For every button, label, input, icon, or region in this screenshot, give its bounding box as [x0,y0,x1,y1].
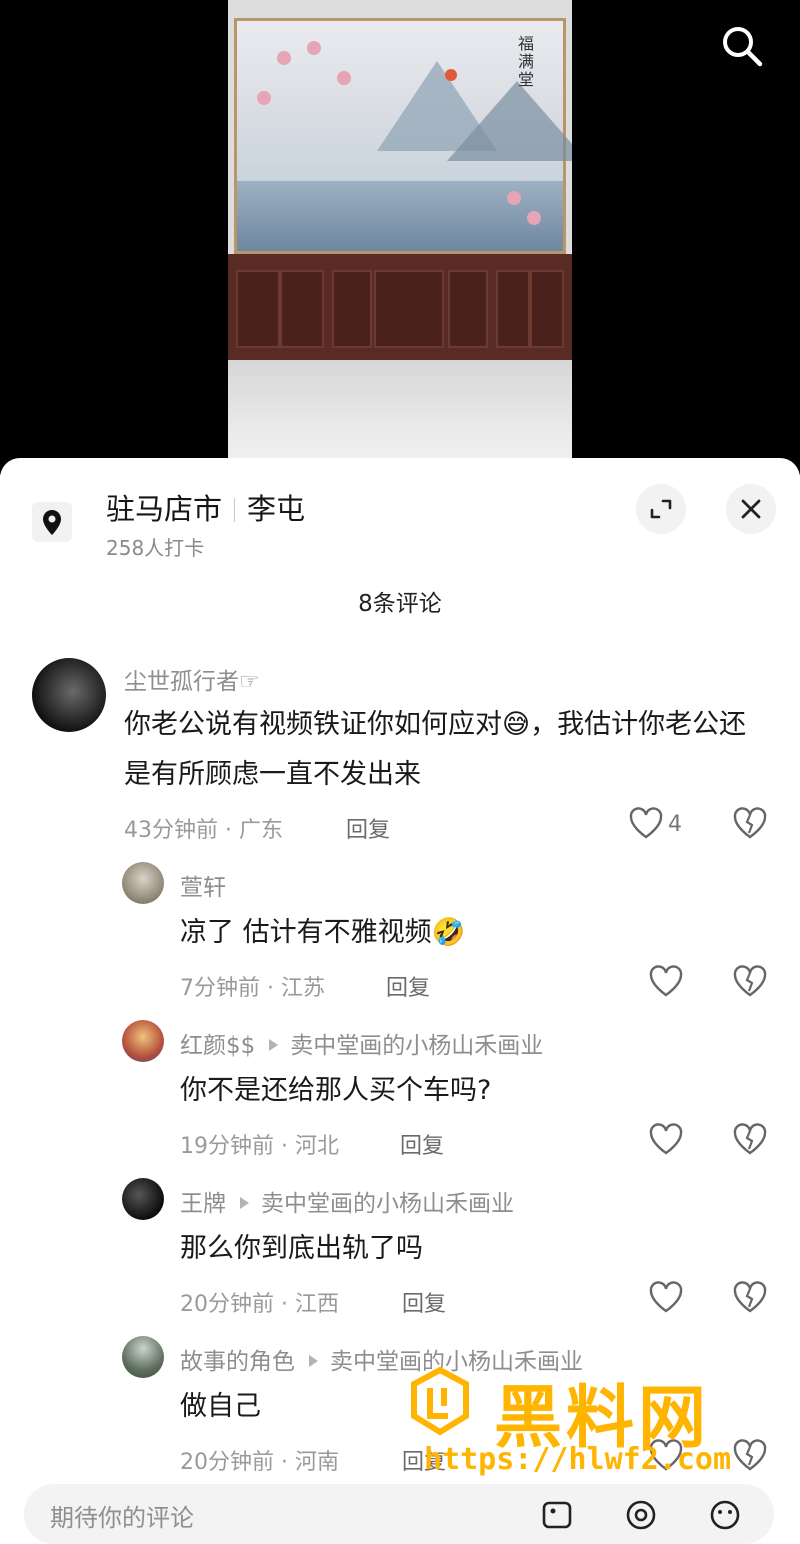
close-button[interactable] [726,484,776,534]
heart-icon [649,1123,683,1155]
checkin-count: 258人打卡 [106,536,205,560]
location-title[interactable]: 驻马店市 李屯 [106,486,305,528]
reply-target[interactable]: 卖中堂画的小杨山禾画业 [261,1191,514,1217]
emoji-icon[interactable] [708,1498,742,1532]
location-city: 驻马店市 [106,492,223,526]
painting-calligraphy: 福满堂 [517,34,534,89]
reply-time: 20分钟前 · 河南 [180,1450,339,1475]
comment-username[interactable]: 尘世孤行者☞ [124,662,260,696]
reply-username-text: 红颜$$ [180,1033,256,1059]
reply-arrow-icon [269,1039,279,1051]
reply-username[interactable]: 红颜$$ 卖中堂画的小杨山禾画业 [180,1026,543,1060]
expand-icon [650,499,672,519]
reply-button[interactable]: 回复 [346,812,390,844]
watermark-url: https://hlwf2.com [424,1442,732,1477]
search-icon [723,27,763,67]
broken-heart-icon [733,965,767,997]
search-button[interactable] [720,24,764,68]
like-button[interactable] [628,806,664,844]
reply-text: 你不是还给那人买个车吗? [180,1075,492,1106]
wall-painting: 福满堂 [234,18,572,254]
avatar[interactable] [122,862,164,904]
reply-username[interactable]: 王牌 卖中堂画的小杨山禾画业 [180,1184,514,1218]
location-place: 李屯 [247,492,306,526]
comment-time: 43分钟前 · 广东 [124,818,283,843]
image-icon[interactable] [540,1498,574,1532]
like-count: 4 [668,812,682,837]
dislike-button[interactable] [732,806,768,844]
avatar[interactable] [122,1020,164,1062]
comment-input-bar[interactable]: 期待你的评论 [24,1484,774,1544]
broken-heart-icon [733,807,767,839]
reply-time: 20分钟前 · 江西 [180,1292,339,1317]
dislike-button[interactable] [732,1122,768,1160]
reply-username-text: 王牌 [180,1191,226,1217]
reply-time: 19分钟前 · 河北 [180,1134,339,1159]
reply-arrow-icon [240,1197,249,1209]
comment-input[interactable]: 期待你的评论 [50,1498,194,1533]
avatar[interactable] [32,658,106,732]
reply-text: 那么你到底出轨了吗 [180,1233,423,1264]
video-player[interactable]: 福满堂 [0,0,800,475]
like-button[interactable] [648,1280,684,1318]
like-button[interactable] [648,1122,684,1160]
reply-arrow-icon [309,1355,318,1367]
comment-count: 8条评论 [358,591,442,617]
location-pin-icon [32,502,72,542]
broken-heart-icon [733,1123,767,1155]
reply-target[interactable]: 卖中堂画的小杨山禾画业 [290,1033,543,1059]
location-divider [234,498,236,522]
dislike-button[interactable] [732,1280,768,1318]
video-frame: 福满堂 [228,0,572,475]
reply-button[interactable]: 回复 [402,1286,446,1318]
at-icon[interactable] [624,1498,658,1532]
reply-text: 凉了 估计有不雅视频🤣 [180,917,466,948]
dislike-button[interactable] [732,964,768,1002]
reply-button[interactable]: 回复 [386,970,430,1002]
avatar[interactable] [122,1178,164,1220]
heart-icon [649,1281,683,1313]
cabinet [228,254,572,360]
broken-heart-icon [733,1281,767,1313]
reply-username-text: 故事的角色 [180,1349,295,1375]
reply-button[interactable]: 回复 [400,1128,444,1160]
heart-icon [649,965,683,997]
reply-time: 7分钟前 · 江苏 [180,976,325,1001]
avatar[interactable] [122,1336,164,1378]
reply-username[interactable]: 萱轩 [180,868,226,902]
close-icon [741,499,761,519]
expand-button[interactable] [636,484,686,534]
comment-text: 你老公说有视频铁证你如何应对😅，我估计你老公还是有所顾虑一直不发出来 [124,709,747,790]
comment-sheet: 驻马店市 李屯 258人打卡 8条评论 尘世孤行者☞ 你老公说有视频铁证你如何应对… [0,458,800,1517]
watermark: 黑料网 https://hlwf2.com [404,1362,774,1482]
watermark-logo-icon [411,1366,469,1436]
like-button[interactable] [648,964,684,1002]
heart-icon [629,807,663,839]
